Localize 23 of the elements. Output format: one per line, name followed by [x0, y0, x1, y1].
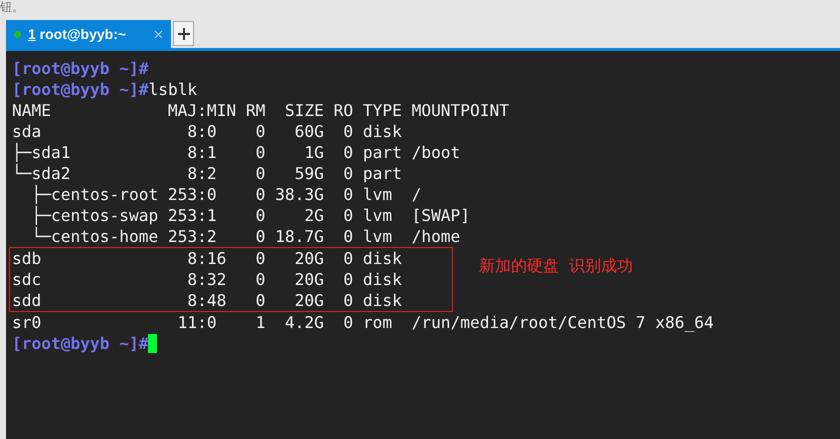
- terminal-output-line: ├─centos-root 253:0 0 38.3G 0 lvm /: [30, 184, 422, 205]
- terminal-output-line: sda 8:0 0 60G 0 disk: [12, 121, 402, 142]
- terminal-output-line: sr0 11:0 1 4.2G 0 rom /run/media/root/CentOS 7 x86_64: [12, 312, 714, 333]
- terminal-output-line: sdc 8:32 0 20G 0 disk: [12, 269, 402, 290]
- terminal-output-line: sdd 8:48 0 20G 0 disk: [12, 290, 402, 311]
- new-tab-button[interactable]: [173, 21, 194, 46]
- terminal-output-line: └─centos-home 253:2 0 18.7G 0 lvm /home: [30, 226, 460, 247]
- shell-prompt: [root@byyb ~]#: [12, 79, 148, 100]
- command-text: lsblk: [148, 79, 198, 100]
- tab-title: 1 root@byyb:~: [28, 26, 128, 42]
- terminal-output-line: ├─centos-swap 253:1 0 2G 0 lvm [SWAP]: [30, 205, 470, 226]
- plus-icon: [178, 28, 190, 40]
- shell-prompt: [root@byyb ~]#: [12, 58, 148, 79]
- shell-prompt: [root@byyb ~]#: [12, 333, 148, 354]
- terminal-output-line: ├─sda1 8:1 0 1G 0 part /boot: [12, 142, 460, 163]
- terminal-output-line: └─sda2 8:2 0 59G 0 part: [12, 163, 402, 184]
- terminal-output-line: NAME MAJ:MIN RM SIZE RO TYPE MOUNTPOINT: [12, 100, 510, 121]
- terminal-tab[interactable]: 1 root@byyb:~: [6, 20, 171, 48]
- annotation-text: 新加的硬盘 识别成功: [479, 256, 634, 277]
- status-dot-icon: [14, 30, 21, 38]
- terminal-output-line: sdb 8:16 0 20G 0 disk: [12, 248, 402, 269]
- close-icon[interactable]: [154, 30, 163, 38]
- page-text-fragment: 钮。: [0, 0, 24, 15]
